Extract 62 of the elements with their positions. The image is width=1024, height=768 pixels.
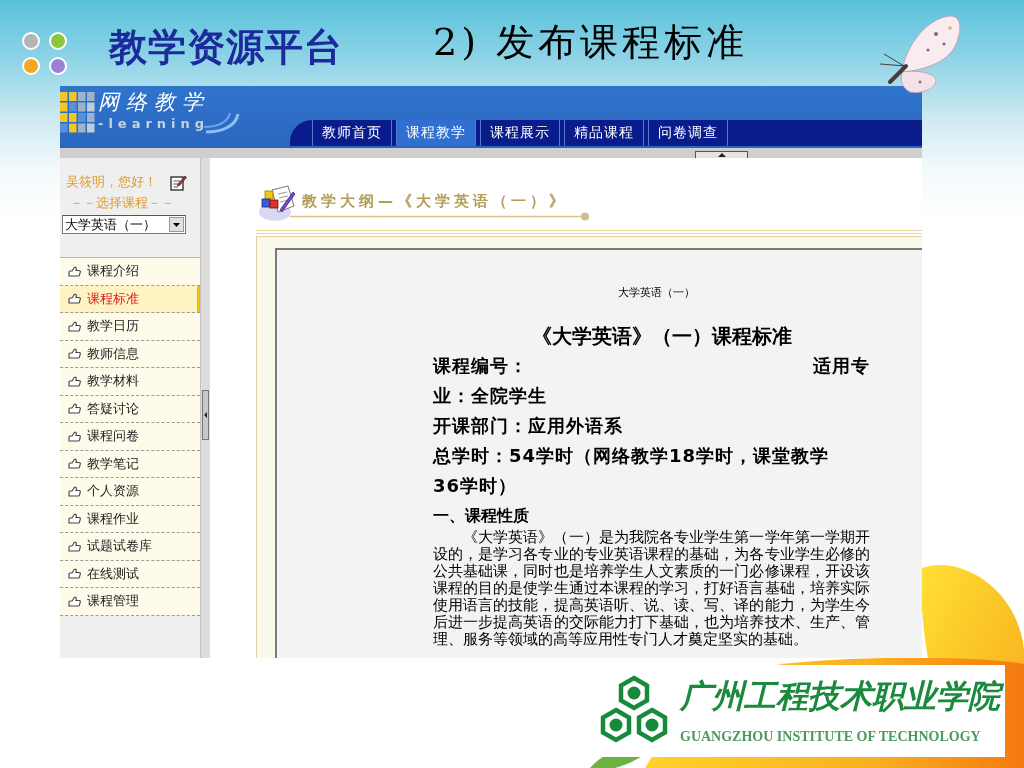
- nav-tab[interactable]: 教师首页: [312, 120, 392, 146]
- bullet-dot-icon: [22, 57, 40, 75]
- hand-icon: [68, 348, 81, 360]
- menu-item[interactable]: 教学材料: [60, 368, 200, 396]
- menu-item[interactable]: 课程问卷: [60, 423, 200, 451]
- course-prompt: －－选择课程－－: [70, 195, 175, 211]
- hand-icon: [68, 595, 81, 607]
- menu-item[interactable]: 答疑讨论: [60, 395, 200, 423]
- college-name-english: GUANGZHOU INSTITUTE OF TECHNOLOGY: [680, 728, 982, 746]
- blocks-document-icon: [258, 182, 296, 222]
- hand-icon: [68, 403, 81, 415]
- running-header: 大学英语（一）: [617, 286, 696, 300]
- slide-title: 教学资源平台: [109, 24, 343, 70]
- hand-icon: [68, 513, 81, 525]
- menu-item[interactable]: 试题试卷库: [60, 533, 200, 561]
- menu-item[interactable]: 课程管理: [60, 588, 200, 616]
- document-text: 适用专: [813, 354, 870, 378]
- menu-item[interactable]: 课程介绍: [60, 258, 200, 286]
- hand-icon: [68, 320, 81, 332]
- nav-tab[interactable]: 问卷调查: [648, 120, 728, 146]
- sidebar-toggle-button[interactable]: [202, 390, 209, 440]
- menu-item[interactable]: 教学笔记: [60, 450, 200, 478]
- hexagon-logo-icon: [598, 675, 670, 745]
- hand-icon: [68, 375, 81, 387]
- slide-subtitle: 2) 发布课程标准: [433, 19, 749, 66]
- document-line: 开课部门：应用外语系: [433, 414, 624, 438]
- hand-icon: [68, 430, 81, 442]
- caret-left-icon: [204, 412, 207, 418]
- menu-item[interactable]: 在线测试: [60, 560, 200, 588]
- hand-icon: [68, 293, 81, 305]
- document-title: 《大学英语》（一）课程标准: [530, 323, 793, 350]
- menu-item[interactable]: 课程作业: [60, 505, 200, 533]
- hand-icon: [68, 540, 81, 552]
- nav-tab[interactable]: 课程展示: [480, 120, 560, 146]
- document-text: 课程编号：: [433, 354, 528, 378]
- section-heading: 教学大纲—《大学英语（一）》: [302, 192, 568, 210]
- menu-item[interactable]: 教师信息: [60, 340, 200, 368]
- greeting-text: 吴筱明，您好！: [66, 174, 157, 190]
- logo-title: 网络教学: [98, 89, 210, 116]
- hand-icon: [68, 485, 81, 497]
- hand-icon: [68, 458, 81, 470]
- course-select[interactable]: 大学英语（一）: [62, 215, 186, 234]
- body-paragraph: 《大学英语》（一）是为我院各专业学生第一学年第一学期开设的，是学习各专业的专业英语课程的基础，为各专业学生必修的公共基础课，同时也是培养学生人文素质的一门必修课程，开设该课程的目的是使学生通过本课程的学习，打好语言基础，培养实际使用语言的技能，提高英语听、说、读、写、译的能力，为学生今后进一步提高英语的交际能力打下基础，也为培养技术、生产、管理、服务等领域的高等应用性专门人才奠定坚实的基础。: [433, 529, 870, 648]
- document-line: 业：全院学生: [433, 384, 548, 408]
- nav-tab[interactable]: 精品课程: [564, 120, 644, 146]
- section-title: 一、课程性质: [433, 505, 530, 527]
- hand-icon: [68, 568, 81, 580]
- logo-grid-icon: [60, 92, 95, 133]
- bullet-dot-icon: [49, 57, 67, 75]
- notepad-pencil-icon[interactable]: [170, 173, 187, 191]
- bullet-dot-icon: [22, 32, 40, 50]
- collapse-button[interactable]: [695, 151, 748, 158]
- hand-icon: [68, 265, 81, 277]
- nav-tab[interactable]: 课程教学: [396, 120, 476, 146]
- logo-subtitle: -learning: [98, 116, 210, 132]
- menu-item[interactable]: 教学日历: [60, 313, 200, 341]
- bullet-dot-icon: [49, 32, 67, 50]
- menu-item[interactable]: 课程标准: [60, 285, 200, 313]
- document-line: 总学时：54学时（网络教学18学时，课堂教学: [433, 444, 831, 468]
- swoosh-icon: [204, 110, 240, 134]
- menu-item[interactable]: 个人资源: [60, 478, 200, 506]
- document-line: 36学时）: [433, 474, 519, 498]
